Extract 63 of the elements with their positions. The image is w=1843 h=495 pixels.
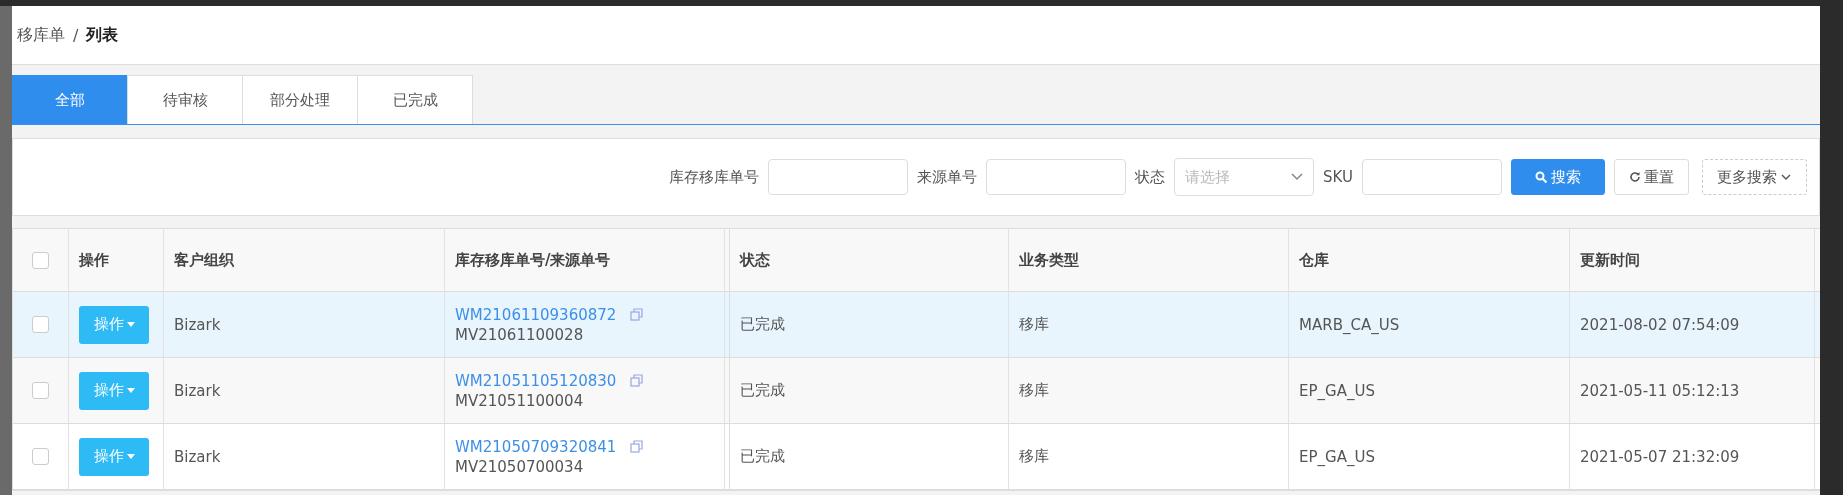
column-header: 更新时间 [1580, 250, 1640, 270]
caret-down-icon [126, 388, 135, 393]
action-dropdown-button[interactable]: 操作 [79, 305, 149, 344]
column-header: 操作 [79, 250, 109, 270]
table-cell: Bizark [174, 447, 221, 466]
copy-icon[interactable] [630, 308, 644, 321]
checkbox[interactable] [32, 251, 49, 269]
field-label: 库存移库单号 [669, 167, 760, 187]
tab[interactable]: 全部 [12, 75, 128, 124]
table-cell: 已完成 [740, 447, 785, 466]
more-search-button[interactable]: 更多搜索 [1702, 159, 1807, 195]
order-link[interactable]: WM21061109360872 [455, 305, 617, 324]
copy-icon[interactable] [630, 374, 644, 387]
checkbox[interactable] [32, 316, 49, 333]
breadcrumb-separator: / [73, 25, 79, 45]
table-cell: 移库 [1019, 315, 1049, 334]
column-header: 库存移库单号/来源单号 [455, 250, 611, 270]
table-cell: MV21051100004 [455, 391, 584, 410]
field-label: SKU [1323, 168, 1353, 186]
breadcrumb-link[interactable]: 移库单 [17, 24, 65, 46]
input-field[interactable] [1362, 159, 1502, 195]
field-label: 状态 [1135, 167, 1166, 187]
refresh-icon [1629, 171, 1641, 183]
order-link[interactable]: WM21050709320841 [455, 437, 617, 456]
order-link[interactable]: WM21051105120830 [455, 371, 617, 390]
caret-down-icon [126, 322, 135, 327]
column-header: 业务类型 [1019, 250, 1079, 270]
table-cell: 2021-05-07 21:32:09 [1580, 447, 1740, 466]
column-header: 客户组织 [174, 250, 234, 270]
search-icon [1535, 170, 1548, 184]
action-dropdown-button[interactable]: 操作 [79, 437, 149, 476]
table-cell: Bizark [174, 381, 221, 400]
column-header: 仓库 [1299, 250, 1329, 270]
table-cell: MV21061100028 [455, 325, 584, 344]
table-cell: 移库 [1019, 381, 1049, 400]
table-cell: EP_GA_US [1299, 381, 1375, 400]
breadcrumb-current: 列表 [86, 24, 119, 46]
table-cell: Bizark [174, 315, 221, 334]
chevron-down-icon [1291, 173, 1304, 181]
reset-button[interactable]: 重置 [1614, 159, 1689, 195]
tab[interactable]: 部分处理 [242, 75, 358, 124]
table-cell: 2021-05-11 05:12:13 [1580, 381, 1740, 400]
table-cell: MV21050700034 [455, 457, 584, 476]
search-button[interactable]: 搜索 [1511, 159, 1605, 195]
table-cell: EP_GA_US [1299, 447, 1375, 466]
input-field[interactable] [986, 159, 1127, 195]
table-cell: 2021-08-02 07:54:09 [1580, 315, 1740, 334]
copy-icon[interactable] [630, 440, 644, 453]
tab[interactable]: 已完成 [357, 75, 473, 124]
field-label: 来源单号 [917, 167, 978, 187]
action-dropdown-button[interactable]: 操作 [79, 371, 149, 410]
column-header: 状态 [740, 250, 770, 270]
input-field[interactable] [768, 159, 909, 195]
chevron-down-icon [1780, 173, 1792, 181]
status-select[interactable]: 请选择 [1174, 158, 1315, 196]
table-cell: 已完成 [740, 381, 785, 400]
table-cell: 已完成 [740, 315, 785, 334]
tab[interactable]: 待审核 [127, 75, 243, 124]
checkbox[interactable] [32, 448, 49, 465]
table-cell: 移库 [1019, 447, 1049, 466]
checkbox[interactable] [32, 382, 49, 399]
table-cell: MARB_CA_US [1299, 315, 1400, 334]
caret-down-icon [126, 454, 135, 459]
